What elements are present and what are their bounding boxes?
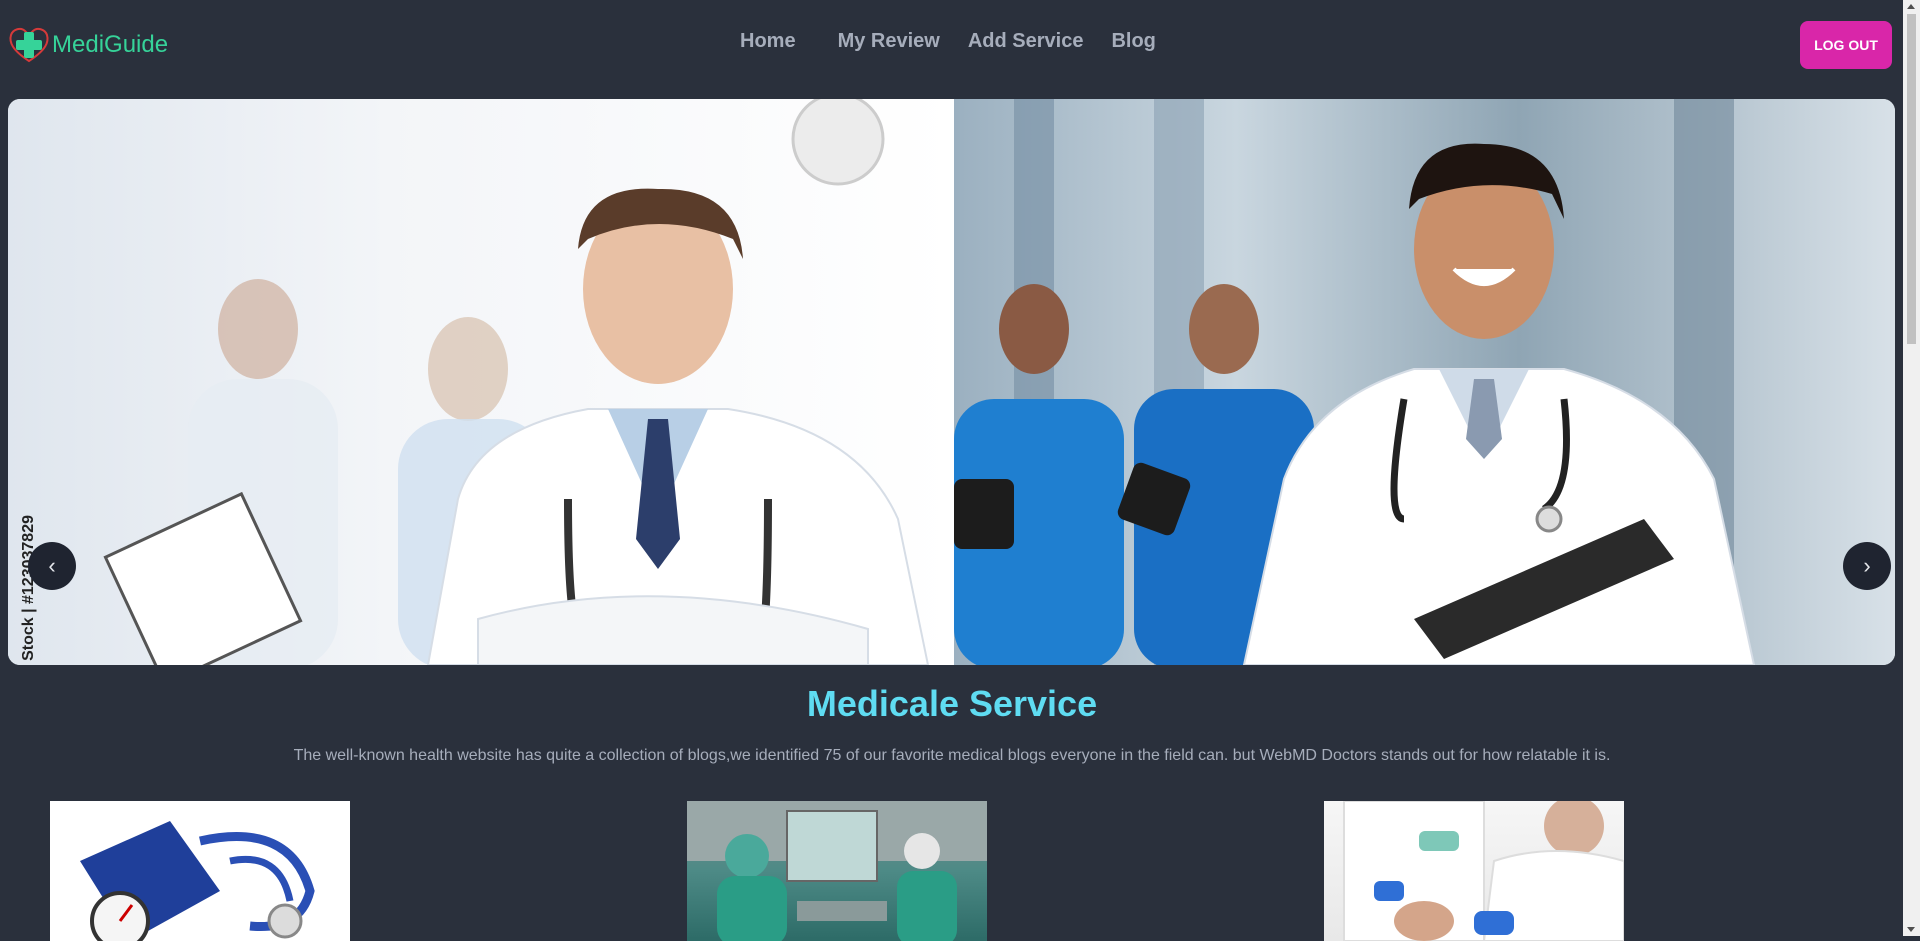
service-card-image-surgery[interactable] — [687, 801, 987, 941]
service-card-image-emergency[interactable] — [1324, 801, 1624, 941]
brand-name: MediGuide — [52, 31, 169, 58]
services-title: Medicale Service — [806, 683, 1098, 724]
carousel-next-button[interactable]: › — [1843, 542, 1891, 590]
heart-cross-icon — [9, 27, 49, 63]
emergency-care-illustration — [1343, 801, 1624, 941]
nav-add-service-link[interactable]: Add Service — [968, 30, 1084, 53]
service-card-image-blood-pressure[interactable] — [50, 801, 350, 941]
page-scrollbar[interactable] — [1903, 0, 1920, 936]
brand-logo-link[interactable]: MediGuide — [8, 26, 168, 64]
scroll-down-arrow-icon[interactable] — [1907, 927, 1915, 932]
services-description: The well-known health website has quite … — [293, 747, 1611, 764]
main-nav: Home My Review Add Service Blog — [740, 30, 1184, 53]
smiling-doctor-illustration — [954, 99, 1756, 665]
nav-home-link[interactable]: Home — [740, 30, 796, 53]
doctor-team-illustration — [103, 99, 930, 665]
hero-image-doctor-right — [954, 99, 1895, 665]
scroll-up-arrow-icon[interactable] — [1907, 4, 1915, 9]
nav-blog-link[interactable]: Blog — [1111, 30, 1155, 53]
navbar: MediGuide Home My Review Add Service Blo… — [0, 0, 1902, 92]
stock-watermark: Stock | #123037829 — [20, 515, 37, 661]
carousel-prev-button[interactable]: ‹ — [28, 542, 76, 590]
surgery-room-illustration — [687, 801, 987, 941]
logout-button[interactable]: LOG OUT — [1800, 21, 1892, 69]
nav-my-review-link[interactable]: My Review — [838, 30, 940, 53]
hero-carousel: Stock | #123037829 ‹ › — [8, 99, 1895, 665]
scrollbar-thumb[interactable] — [1907, 14, 1916, 344]
blood-pressure-monitor-illustration — [80, 821, 315, 941]
hero-image-doctor-left: Stock | #123037829 — [8, 99, 952, 665]
